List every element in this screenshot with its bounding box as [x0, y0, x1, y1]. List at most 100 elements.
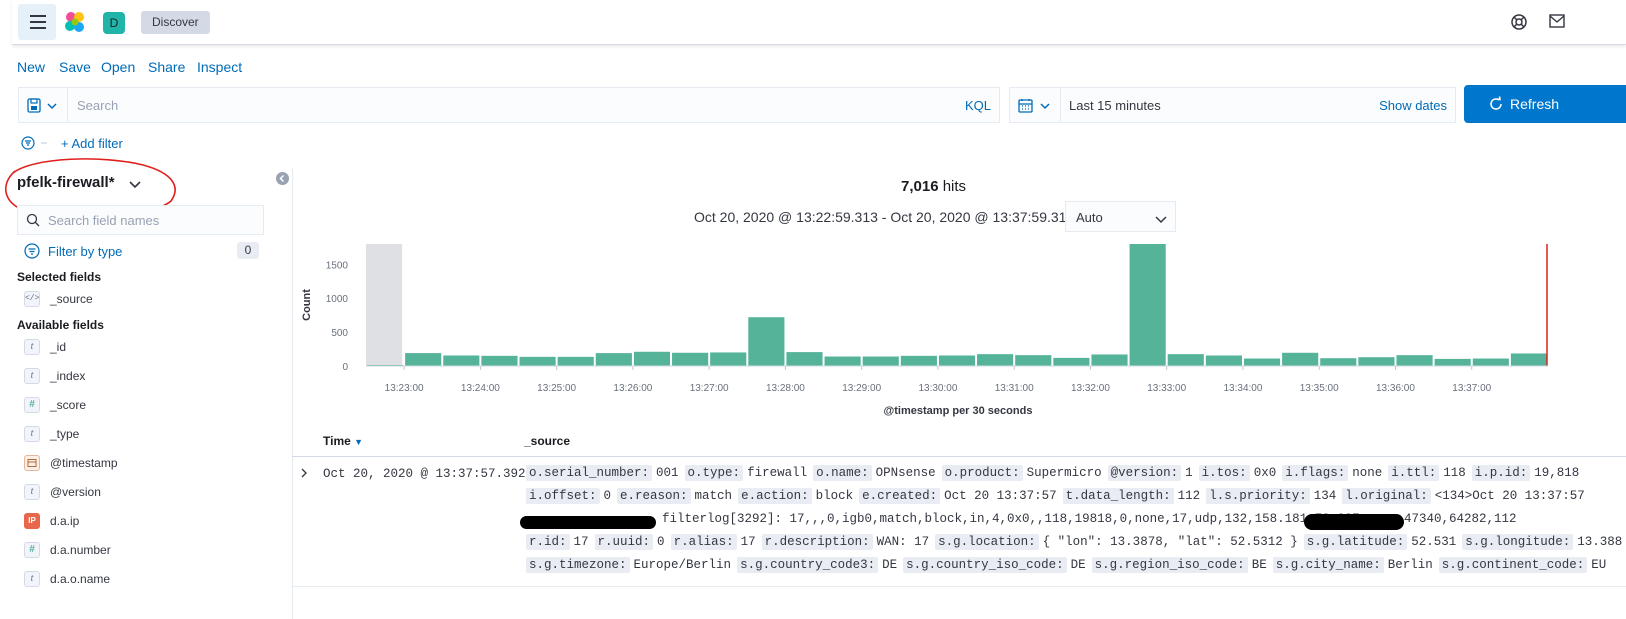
- y-tick-label: 0: [342, 362, 348, 373]
- nav-save[interactable]: Save: [59, 59, 91, 75]
- histogram-bar[interactable]: [748, 317, 785, 366]
- source-value: 17: [740, 535, 756, 549]
- field-name: _source: [50, 292, 93, 306]
- filter-icon[interactable]: [24, 243, 40, 259]
- histogram-bar[interactable]: [824, 356, 861, 366]
- search-input[interactable]: Search: [77, 98, 118, 113]
- menu-toggle-button[interactable]: [18, 4, 56, 40]
- nav-inspect[interactable]: Inspect: [197, 59, 242, 75]
- histogram-chart[interactable]: 0 500 1000 1500 13:23:00 13:24:00 13:25:00 13:2…: [296, 238, 1554, 420]
- histogram-bar[interactable]: [977, 354, 1014, 366]
- histogram-bar[interactable]: [443, 355, 480, 366]
- interval-select[interactable]: Auto: [1065, 201, 1176, 232]
- histogram-bar[interactable]: [1472, 358, 1509, 366]
- histogram-bar[interactable]: [1167, 354, 1204, 366]
- histogram-bar[interactable]: [1282, 352, 1319, 366]
- histogram-bar[interactable]: [1205, 355, 1242, 366]
- calendar-icon[interactable]: [1018, 98, 1054, 114]
- histogram-bar[interactable]: [481, 355, 518, 366]
- nav-new[interactable]: New: [17, 59, 45, 75]
- divider: [1060, 88, 1061, 122]
- histogram-bar[interactable]: [1091, 354, 1128, 366]
- histogram-bar[interactable]: [862, 356, 899, 366]
- source-key: i.ttl:: [1388, 465, 1440, 481]
- space-avatar[interactable]: D: [103, 12, 125, 34]
- source-key: s.g.longitude:: [1462, 534, 1574, 550]
- histogram-bar[interactable]: [1396, 355, 1433, 366]
- histogram-bar[interactable]: [900, 355, 937, 366]
- filter-options-icon[interactable]: [21, 136, 49, 150]
- histogram-bar[interactable]: [595, 353, 632, 366]
- source-value: DE: [1070, 558, 1086, 572]
- source-line: i.offset: 0 e.reason: match e.action: block e.…: [526, 488, 1591, 504]
- source-key: @version:: [1107, 465, 1182, 481]
- field-search-placeholder: Search field names: [48, 213, 160, 228]
- nav-share[interactable]: Share: [148, 59, 185, 75]
- source-value: OPNsense: [875, 466, 936, 480]
- refresh-icon: [1488, 96, 1504, 112]
- histogram-bar[interactable]: [710, 352, 747, 366]
- show-dates-button[interactable]: Show dates: [1379, 98, 1447, 113]
- time-column-header[interactable]: Time ▼: [323, 434, 363, 448]
- source-value: Europe/Berlin: [633, 558, 732, 572]
- y-axis-title: Count: [301, 289, 313, 321]
- source-key: r.uuid:: [594, 534, 654, 550]
- source-field: r.id: 17: [526, 534, 595, 550]
- source-field: s.g.longitude: 13.388: [1462, 534, 1626, 550]
- collapse-sidebar-icon[interactable]: [276, 172, 289, 185]
- histogram-bar[interactable]: [672, 352, 709, 366]
- source-value: { "lon": 13.3878, "lat": 52.5312 }: [1042, 535, 1298, 549]
- query-language-button[interactable]: KQL: [965, 98, 991, 113]
- time-range-value[interactable]: Last 15 minutes: [1069, 98, 1161, 113]
- time-range-label: Oct 20, 2020 @ 13:22:59.313 - Oct 20, 20…: [694, 209, 1075, 225]
- source-key: s.g.location:: [935, 534, 1039, 550]
- nav-open[interactable]: Open: [101, 59, 135, 75]
- expand-row-icon[interactable]: [299, 466, 309, 478]
- saved-query-button[interactable]: [27, 98, 61, 114]
- source-field: r.alias: 17: [670, 534, 762, 550]
- histogram-bar[interactable]: [1510, 353, 1547, 366]
- source-field: i.tos: 0x0: [1198, 465, 1283, 481]
- source-field: i.offset: 0: [526, 488, 617, 504]
- histogram-bar[interactable]: [1320, 358, 1357, 366]
- histogram-bar[interactable]: [786, 352, 823, 366]
- x-tick-label: 13:37:00: [1452, 383, 1491, 394]
- source-value: Oct 20 13:37:57: [944, 489, 1057, 503]
- row-divider: [292, 586, 1626, 587]
- elastic-logo-icon[interactable]: [63, 10, 87, 34]
- histogram-bar[interactable]: [1358, 357, 1395, 366]
- histogram-bar[interactable]: [1129, 244, 1166, 366]
- top-header: [12, 0, 1626, 45]
- filter-by-type-button[interactable]: Filter by type: [48, 244, 122, 259]
- histogram-bar[interactable]: [1015, 355, 1052, 366]
- refresh-button[interactable]: Refresh: [1464, 85, 1626, 123]
- histogram-bar[interactable]: [1243, 358, 1281, 366]
- source-key: e.created:: [859, 488, 941, 504]
- sort-down-icon[interactable]: ▼: [354, 437, 363, 447]
- source-field: s.g.city_name: Berlin: [1272, 557, 1439, 573]
- interval-value: Auto: [1076, 210, 1103, 225]
- source-field: e.action: block: [738, 488, 859, 504]
- help-icon[interactable]: [1510, 13, 1528, 31]
- source-value: BE: [1251, 558, 1267, 572]
- histogram-bar[interactable]: [1053, 357, 1090, 366]
- source-value: 0: [657, 535, 665, 549]
- histogram-bar[interactable]: [519, 356, 556, 366]
- field-search-input[interactable]: Search field names: [17, 205, 264, 235]
- histogram-bar[interactable]: [938, 355, 976, 366]
- source-field: r.description: WAN: 17: [761, 534, 936, 550]
- source-value: 0x0: [1253, 466, 1277, 480]
- histogram-bar[interactable]: [633, 351, 671, 366]
- string-type-icon: t: [24, 484, 40, 500]
- chevron-down-icon: [1154, 212, 1168, 224]
- source-field: s.g.latitude: 52.531: [1303, 534, 1463, 550]
- source-field: o.serial_number: 001: [526, 465, 685, 481]
- source-field: l.original: <134>Oct 20 13:37:57: [1342, 488, 1591, 504]
- breadcrumb[interactable]: Discover: [141, 11, 210, 34]
- source-value: 001: [656, 466, 679, 480]
- mail-icon[interactable]: [1549, 14, 1565, 28]
- histogram-bar[interactable]: [1434, 358, 1471, 366]
- histogram-bar[interactable]: [557, 356, 594, 366]
- histogram-bar[interactable]: [405, 353, 442, 366]
- add-filter-button[interactable]: + Add filter: [61, 136, 123, 151]
